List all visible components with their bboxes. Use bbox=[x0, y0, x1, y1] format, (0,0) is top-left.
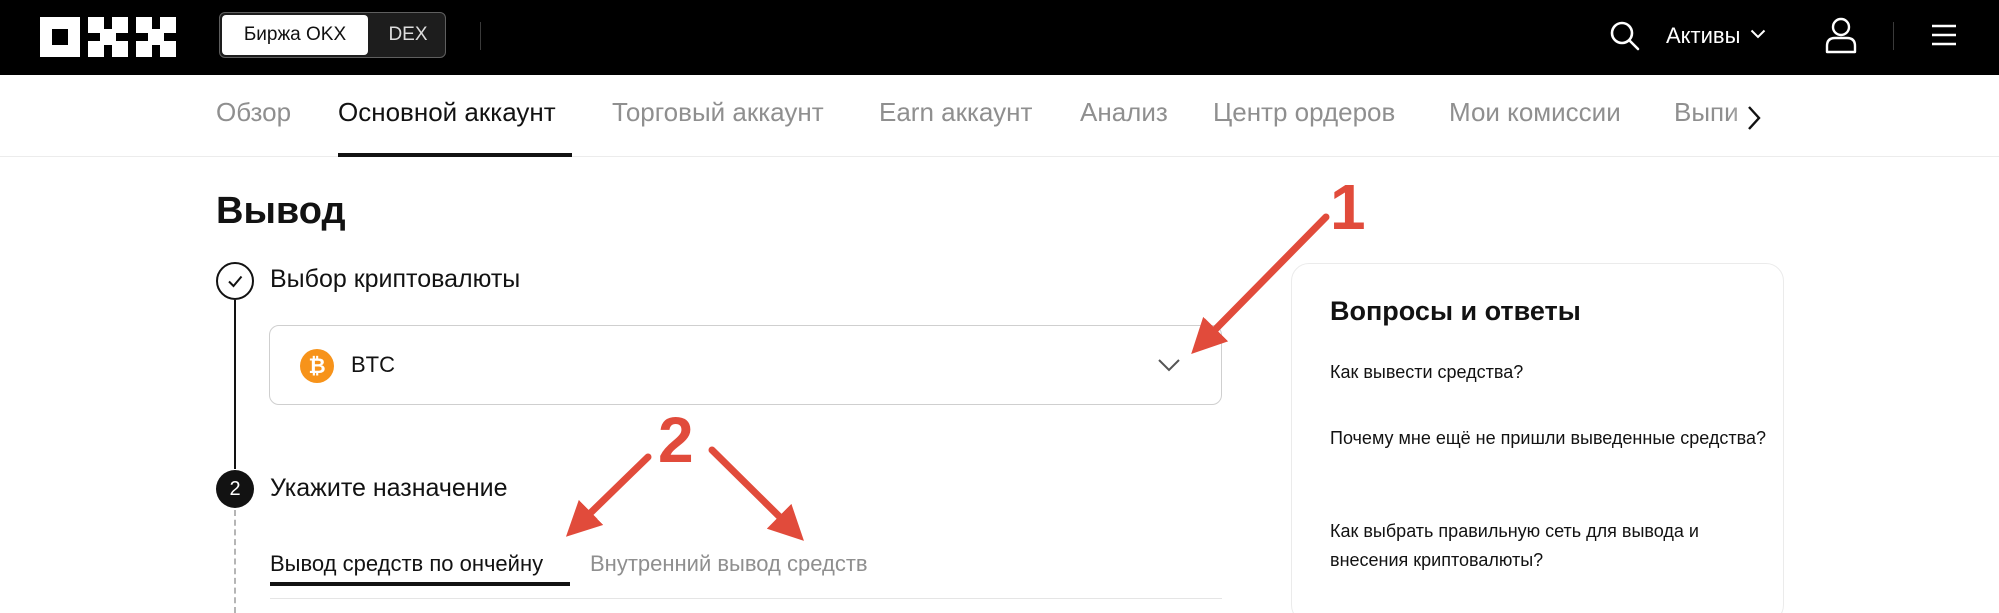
annotation-number-2: 2 bbox=[658, 404, 694, 476]
page-title: Вывод bbox=[216, 190, 346, 232]
logo-block bbox=[160, 17, 176, 33]
tab-statements-label: Выпи bbox=[1674, 97, 1739, 127]
logo-letter-o bbox=[40, 17, 80, 57]
active-tab-indicator bbox=[338, 153, 572, 157]
faq-link[interactable]: Как вывести средства? bbox=[1330, 358, 1770, 387]
search-icon[interactable] bbox=[1608, 19, 1642, 53]
annotation-arrow-2-left bbox=[565, 453, 652, 537]
chevron-down-icon[interactable] bbox=[1156, 356, 1182, 374]
subtab-divider bbox=[270, 598, 1222, 599]
logo-block bbox=[160, 41, 176, 57]
hamburger-menu-icon[interactable] bbox=[1931, 23, 1957, 47]
header-divider bbox=[1893, 22, 1894, 50]
tab-internal-withdrawal[interactable]: Внутренний вывод средств bbox=[590, 551, 868, 577]
header-divider bbox=[480, 22, 481, 50]
tab-analysis[interactable]: Анализ bbox=[1080, 97, 1168, 128]
annotation-number-1: 1 bbox=[1330, 171, 1366, 243]
tab-trading-account[interactable]: Торговый аккаунт bbox=[612, 97, 824, 128]
okx-logo[interactable] bbox=[40, 17, 176, 57]
faq-card: Вопросы и ответы Как вывести средства? П… bbox=[1291, 263, 1784, 613]
step-2-label: Укажите назначение bbox=[270, 474, 508, 502]
tab-order-center[interactable]: Центр ордеров bbox=[1213, 97, 1395, 128]
step-1-complete-indicator bbox=[216, 262, 254, 300]
crypto-select[interactable]: ₿ BTC bbox=[269, 325, 1222, 405]
annotation-arrow-2-right bbox=[708, 446, 804, 541]
assets-menu[interactable]: Активы bbox=[1666, 23, 1766, 49]
tab-my-fees[interactable]: Мои комиссии bbox=[1449, 97, 1621, 128]
step-connector bbox=[234, 300, 236, 469]
user-icon[interactable] bbox=[1823, 16, 1859, 54]
top-header: Биржа OKX DEX Активы bbox=[0, 0, 1999, 75]
assets-label: Активы bbox=[1666, 23, 1741, 48]
account-nav: Обзор Основной аккаунт Торговый аккаунт … bbox=[0, 75, 1999, 157]
step-connector-pending bbox=[234, 510, 236, 613]
step-1-label: Выбор криптовалюты bbox=[270, 265, 521, 293]
chevron-down-icon bbox=[1751, 29, 1766, 39]
checkmark-icon bbox=[228, 275, 243, 288]
step-2-indicator: 2 bbox=[216, 470, 254, 508]
switch-exchange-button[interactable]: Биржа OKX bbox=[222, 15, 368, 55]
logo-block bbox=[112, 41, 128, 57]
chevron-right-icon[interactable] bbox=[1742, 101, 1766, 135]
tab-overview[interactable]: Обзор bbox=[216, 97, 291, 128]
tab-earn-account[interactable]: Earn аккаунт bbox=[879, 97, 1032, 128]
active-subtab-indicator bbox=[270, 582, 570, 586]
tab-funding-account[interactable]: Основной аккаунт bbox=[338, 97, 556, 128]
bitcoin-icon: ₿ bbox=[300, 349, 334, 383]
tab-onchain-withdrawal[interactable]: Вывод средств по ончейну bbox=[270, 551, 543, 577]
exchange-dex-switch: Биржа OKX DEX bbox=[219, 12, 446, 58]
faq-title: Вопросы и ответы bbox=[1330, 296, 1581, 326]
selected-coin: BTC bbox=[351, 352, 395, 377]
faq-link[interactable]: Как выбрать правильную сеть для вывода и… bbox=[1330, 517, 1770, 575]
faq-link[interactable]: Почему мне ещё не пришли выведенные сред… bbox=[1330, 424, 1770, 453]
logo-block bbox=[112, 17, 128, 33]
switch-dex-button[interactable]: DEX bbox=[370, 13, 445, 57]
